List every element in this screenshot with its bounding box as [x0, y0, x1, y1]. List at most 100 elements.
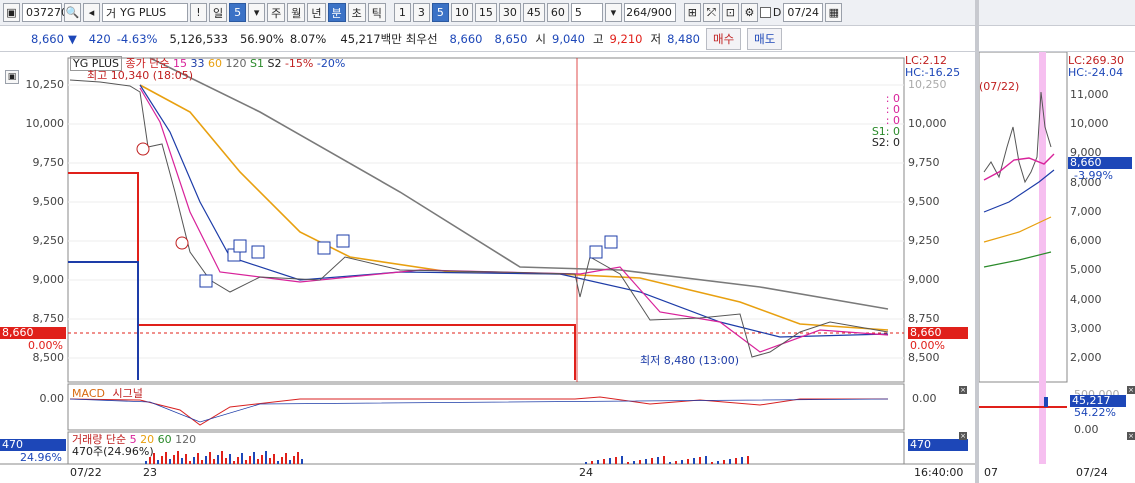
volume-bar: [145, 461, 147, 464]
tab-week[interactable]: 주: [267, 3, 286, 22]
candle-tool-icon[interactable]: ⊞: [683, 3, 701, 22]
y-tick-10000: 10,000: [25, 117, 65, 130]
volume-badge-left: 470: [0, 439, 66, 451]
volume-bar: [597, 460, 599, 464]
x-label-24: 24: [579, 466, 593, 479]
grid-tool-icon[interactable]: ⊡: [721, 3, 739, 22]
macd-zero-left: 0.00: [39, 392, 65, 405]
macd-close-icon[interactable]: ×: [959, 386, 967, 394]
interval-10[interactable]: 10: [450, 3, 473, 22]
volume-bar: [205, 456, 207, 464]
sell-signal-icon: [199, 274, 213, 288]
price-change-pct: -4.63%: [116, 31, 158, 46]
right-y-3000: 3,000: [1070, 322, 1102, 335]
legend-minus15: -15%: [284, 57, 314, 70]
interval-5[interactable]: 5: [431, 3, 449, 22]
y-tick-9500: 9,500: [32, 195, 65, 208]
macd-zero-right: 0.00: [912, 392, 937, 405]
volume-bar: [711, 462, 713, 464]
chevron-down-icon[interactable]: ▾: [248, 3, 266, 22]
sell-signal-icon: [336, 234, 350, 248]
y-tick-right-9750: 9,750: [908, 156, 940, 169]
y-tick-10250: 10,250: [25, 78, 65, 91]
volume-close-icon[interactable]: ×: [959, 432, 967, 440]
volume-bar: [289, 460, 291, 464]
volume-bar: [621, 456, 623, 464]
tab-month[interactable]: 월: [287, 3, 306, 22]
right-y-5000: 5,000: [1070, 263, 1102, 276]
legend-s2: S2: [267, 57, 282, 70]
legend-ma120: 120: [225, 57, 247, 70]
buy-signal-icon: [136, 142, 150, 156]
volume-bar: [245, 460, 247, 464]
volume-badge-right: 470: [908, 439, 968, 451]
right-vol-close-icon[interactable]: ×: [1127, 386, 1135, 394]
best-quote-label: 최우선: [405, 31, 438, 46]
open-label: 시: [535, 31, 546, 46]
macd-plot-frame: [67, 383, 905, 431]
volume-ratio: 8.07%: [289, 31, 327, 46]
window-icon[interactable]: ▣: [3, 3, 20, 22]
price-badge-left: 8,660: [0, 327, 66, 339]
volume-bar: [603, 459, 605, 464]
date-input[interactable]: 07/24: [783, 3, 824, 22]
price-chart[interactable]: [0, 52, 975, 483]
calendar-icon[interactable]: ▦: [825, 3, 843, 22]
volume-bar: [241, 453, 243, 464]
volume-bar: [217, 455, 219, 464]
tab-year[interactable]: 년: [307, 3, 326, 22]
volume-bar: [657, 457, 659, 464]
y-tick-right-9500: 9,500: [908, 195, 940, 208]
draw-tool-icon[interactable]: ⤱: [702, 3, 720, 22]
chart-toolbar: ▣ 037270 🔍 ◂ 거 YG PLUS ! 일 5 ▾ 주 월 년 분 초…: [0, 0, 975, 26]
interval-1[interactable]: 1: [393, 3, 411, 22]
search-icon[interactable]: 🔍: [64, 3, 81, 22]
volume-bar: [221, 451, 223, 464]
prev-arrow-icon[interactable]: ◂: [83, 3, 100, 22]
stock-code-input[interactable]: 037270: [22, 3, 68, 22]
date-checkbox[interactable]: [759, 7, 771, 18]
volume-bar: [225, 458, 227, 464]
y-tick-right-8750: 8,750: [908, 312, 940, 325]
count-select[interactable]: 5: [570, 3, 603, 22]
interval-30[interactable]: 30: [498, 3, 521, 22]
tab-minute[interactable]: 분: [327, 3, 346, 22]
high-price: 9,210: [609, 31, 643, 46]
market-label: 거: [106, 6, 117, 20]
volume-bar: [229, 454, 231, 464]
buy-button[interactable]: 매수: [706, 27, 742, 50]
current-price: 8,660: [31, 31, 64, 46]
volume-bar: [181, 458, 183, 464]
right-hc-label: HC:-24.04: [1068, 66, 1124, 79]
period-value[interactable]: 5: [229, 3, 247, 22]
interval-3[interactable]: 3: [412, 3, 430, 22]
volume-bar: [633, 461, 635, 464]
y-tick-9000: 9,000: [32, 273, 65, 286]
volume-value: 470주(24.96%): [72, 445, 154, 458]
interval-60[interactable]: 60: [546, 3, 569, 22]
volume-bar: [249, 456, 251, 464]
count-chevron-icon[interactable]: ▾: [604, 3, 622, 22]
volume-bar: [277, 461, 279, 464]
volume-bar: [663, 456, 665, 464]
right-x-0724: 07/24: [1076, 466, 1108, 479]
period-day-button[interactable]: 일: [209, 3, 228, 22]
volume-bar: [201, 460, 203, 464]
sell-button[interactable]: 매도: [747, 27, 783, 50]
interval-45[interactable]: 45: [522, 3, 545, 22]
macd-signal-label: 시그널: [112, 387, 143, 400]
volume-bar: [193, 457, 195, 464]
volume-pct-left: 24.96%: [20, 451, 62, 464]
right-sub-close-icon[interactable]: ×: [1127, 432, 1135, 440]
volume-bar: [233, 461, 235, 464]
settings-icon[interactable]: ⚙: [740, 3, 758, 22]
interval-15[interactable]: 15: [474, 3, 497, 22]
warning-button[interactable]: !: [190, 3, 207, 22]
tab-second[interactable]: 초: [347, 3, 366, 22]
stock-name-field[interactable]: 거 YG PLUS: [102, 3, 188, 22]
tab-tick[interactable]: 틱: [367, 3, 386, 22]
price-change: 420: [88, 31, 111, 46]
volume-bar: [591, 461, 593, 464]
right-y-10000: 10,000: [1070, 117, 1109, 130]
bid-price: 8,650: [494, 31, 528, 46]
